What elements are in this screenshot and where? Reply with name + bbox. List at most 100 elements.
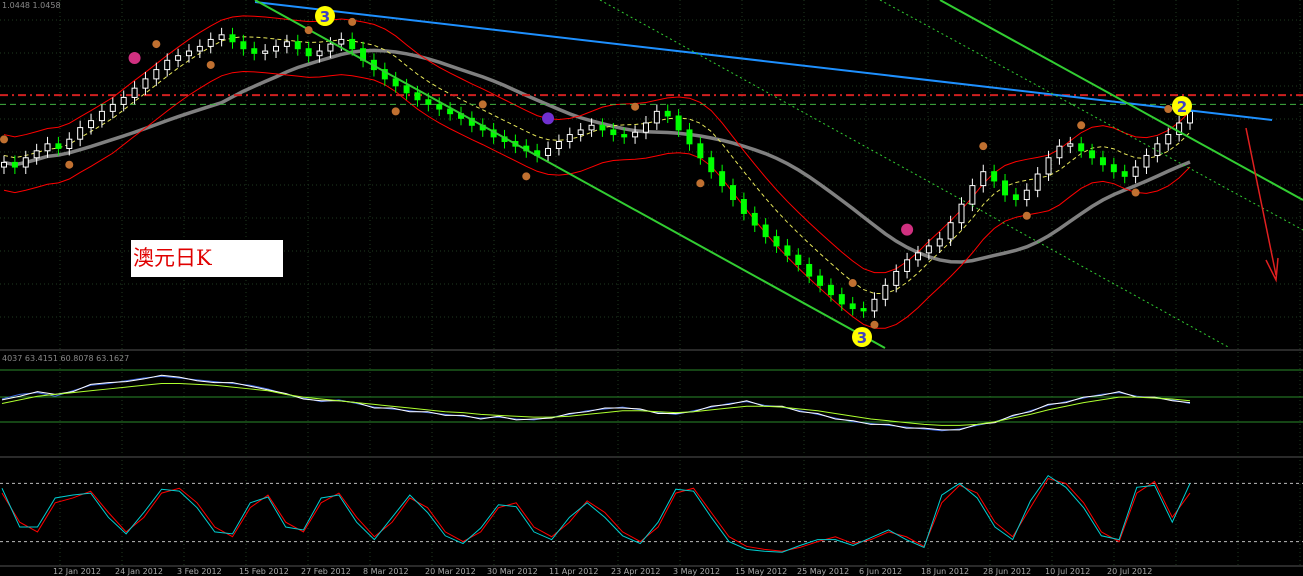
candle-body bbox=[991, 171, 998, 182]
chart-background bbox=[0, 0, 1303, 576]
swing-marker bbox=[1077, 121, 1086, 130]
swing-marker bbox=[348, 17, 357, 26]
candle-body bbox=[642, 122, 649, 133]
candle-body bbox=[218, 34, 225, 40]
swing-marker bbox=[206, 60, 215, 69]
swing-marker bbox=[696, 179, 705, 188]
candle-body bbox=[22, 157, 29, 168]
candle-body bbox=[1089, 150, 1096, 159]
candle-body bbox=[251, 48, 258, 54]
candle-body bbox=[1023, 189, 1030, 201]
candle-body bbox=[849, 303, 856, 310]
candle-body bbox=[860, 308, 867, 312]
candle-body bbox=[817, 275, 824, 286]
swing-marker bbox=[870, 320, 879, 329]
annotation-label: 澳元日K bbox=[131, 240, 283, 277]
candle-body bbox=[980, 171, 987, 187]
candle-body bbox=[414, 92, 421, 101]
candle-body bbox=[229, 34, 236, 43]
swing-marker bbox=[391, 107, 400, 116]
wave-count-label: 3 bbox=[320, 8, 330, 26]
candle-body bbox=[784, 245, 791, 256]
swing-marker bbox=[478, 100, 487, 109]
candle-body bbox=[740, 199, 747, 214]
x-tick-label: 25 May 2012 bbox=[797, 567, 849, 576]
wave-count-label: 3 bbox=[857, 329, 867, 347]
candle-body bbox=[925, 245, 932, 254]
candle-body bbox=[316, 50, 323, 57]
candle-body bbox=[969, 185, 976, 205]
candle-body bbox=[1045, 157, 1052, 175]
candle-body bbox=[349, 38, 356, 50]
candle-body bbox=[294, 41, 301, 50]
candle-body bbox=[120, 96, 127, 105]
candle-body bbox=[142, 78, 149, 89]
chart-canvas: 3 3 2 12 Jan 2012 24 Jan 2012 3 Feb 2012 15 F… bbox=[0, 0, 1303, 576]
candle-body bbox=[1078, 143, 1085, 152]
swing-marker bbox=[522, 172, 531, 181]
candle-body bbox=[675, 115, 682, 131]
x-tick-label: 30 Mar 2012 bbox=[487, 567, 538, 576]
candle-body bbox=[66, 138, 73, 149]
candle-body bbox=[632, 131, 639, 138]
candle-body bbox=[44, 143, 51, 152]
candle-body bbox=[131, 87, 138, 98]
candle-body bbox=[838, 294, 845, 305]
x-tick-label: 20 Mar 2012 bbox=[425, 567, 476, 576]
x-tick-label: 15 May 2012 bbox=[735, 567, 787, 576]
swing-marker bbox=[1131, 188, 1140, 197]
swing-marker bbox=[0, 135, 8, 144]
candle-body bbox=[1034, 173, 1041, 191]
candle-body bbox=[1165, 134, 1172, 145]
candle-body bbox=[1099, 157, 1106, 166]
candle-body bbox=[1110, 164, 1117, 173]
candle-body bbox=[577, 129, 584, 136]
candle-body bbox=[1121, 171, 1128, 177]
candle-body bbox=[686, 129, 693, 145]
candle-body bbox=[1002, 180, 1009, 196]
candle-body bbox=[914, 252, 921, 261]
candle-body bbox=[773, 236, 780, 247]
candle-body bbox=[621, 134, 628, 138]
candle-body bbox=[719, 171, 726, 187]
candle-body bbox=[109, 103, 116, 112]
candle-body bbox=[1067, 143, 1074, 147]
osc1-header-text: 4037 63.4151 60.8078 63.1627 bbox=[2, 354, 129, 363]
candle-body bbox=[555, 141, 562, 149]
x-tick-label: 12 Jan 2012 bbox=[53, 567, 101, 576]
x-tick-label: 20 Jul 2012 bbox=[1107, 567, 1152, 576]
candle-body bbox=[806, 263, 813, 277]
candle-body bbox=[610, 129, 617, 136]
candle-body bbox=[795, 254, 802, 265]
candle-body bbox=[1132, 166, 1139, 177]
candle-body bbox=[11, 161, 18, 168]
candle-body bbox=[55, 143, 62, 149]
candle-body bbox=[1, 161, 7, 168]
candle-body bbox=[697, 143, 704, 159]
candle-body bbox=[882, 284, 889, 300]
swing-marker bbox=[631, 102, 640, 111]
candle-body bbox=[566, 134, 573, 143]
x-tick-label: 10 Jul 2012 bbox=[1045, 567, 1090, 576]
x-tick-label: 18 Jun 2012 bbox=[921, 567, 969, 576]
x-tick-label: 23 Apr 2012 bbox=[611, 567, 660, 576]
candle-body bbox=[904, 259, 911, 272]
swing-marker bbox=[152, 40, 161, 49]
candle-body bbox=[262, 50, 269, 54]
candle-body bbox=[153, 69, 160, 80]
x-tick-label: 3 May 2012 bbox=[673, 567, 720, 576]
candle-body bbox=[664, 110, 671, 117]
candle-body bbox=[33, 150, 40, 159]
x-tick-label: 8 Mar 2012 bbox=[363, 567, 409, 576]
candle-body bbox=[98, 110, 105, 122]
candle-body bbox=[77, 127, 84, 140]
candle-body bbox=[545, 147, 552, 156]
x-tick-label: 27 Feb 2012 bbox=[301, 567, 351, 576]
x-tick-label: 24 Jan 2012 bbox=[115, 567, 163, 576]
x-tick-label: 28 Jun 2012 bbox=[983, 567, 1031, 576]
candle-body bbox=[730, 185, 737, 201]
swing-marker bbox=[1022, 211, 1031, 220]
candle-body bbox=[185, 50, 192, 57]
candle-body bbox=[708, 157, 715, 173]
candle-body bbox=[653, 110, 660, 124]
